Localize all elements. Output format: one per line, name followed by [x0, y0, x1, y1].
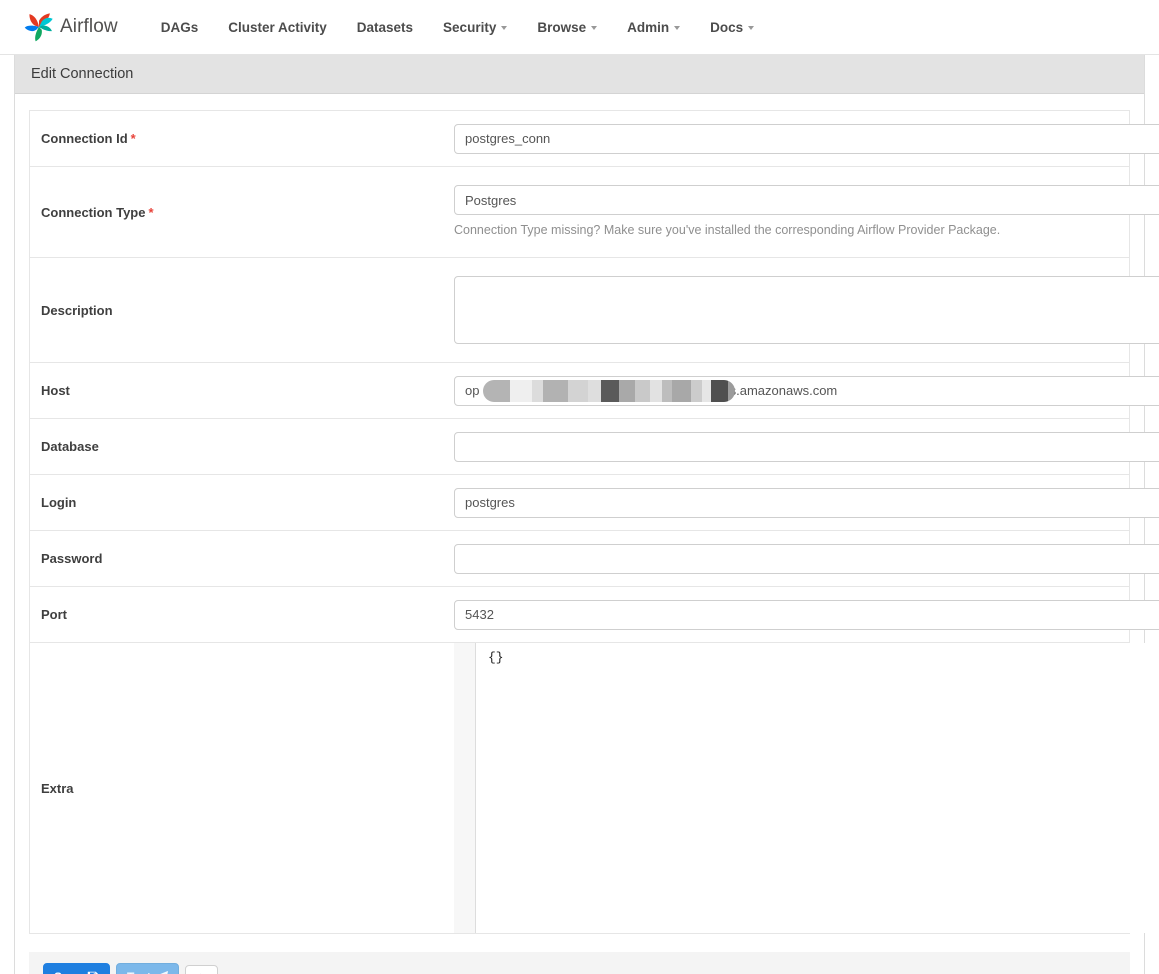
form-row-login: Login — [30, 475, 1159, 531]
port-label: Port — [41, 607, 67, 622]
connection-type-help-text: Connection Type missing? Make sure you'v… — [454, 223, 1001, 238]
field-label-cell: Host — [30, 363, 454, 418]
nav-item-admin[interactable]: Admin — [612, 14, 695, 41]
description-textarea[interactable] — [454, 276, 1159, 344]
nav-item-label: Cluster Activity — [228, 19, 327, 35]
back-button[interactable] — [184, 964, 218, 974]
nav-item-docs[interactable]: Docs — [695, 14, 769, 41]
panel-body: Connection Id * Connection Type * — [15, 94, 1159, 974]
nav-item-security[interactable]: Security — [428, 14, 522, 41]
chevron-down-icon — [748, 26, 755, 30]
extra-code-editor[interactable]: {} — [454, 643, 1159, 933]
nav-menu: DAGs Cluster Activity Datasets Security … — [146, 14, 769, 41]
chevron-down-icon — [591, 26, 598, 30]
host-input-wrapper — [454, 375, 1159, 406]
field-input-cell — [454, 587, 1159, 642]
field-input-cell: {} — [454, 643, 1159, 933]
nav-item-dags[interactable]: DAGs — [146, 14, 214, 41]
nav-item-cluster-activity[interactable]: Cluster Activity — [213, 14, 342, 41]
field-label-cell: Database — [30, 419, 454, 474]
form-row-port: Port — [30, 587, 1159, 643]
field-input-cell — [454, 363, 1159, 418]
extra-code-content[interactable]: {} — [476, 643, 1159, 933]
field-input-cell — [454, 475, 1159, 530]
password-input[interactable] — [454, 543, 1159, 574]
field-label-cell: Connection Id * — [30, 111, 454, 166]
connection-id-label: Connection Id — [41, 131, 128, 146]
required-asterisk: * — [148, 204, 154, 220]
brand-name: Airflow — [60, 16, 118, 37]
field-input-cell — [454, 531, 1159, 586]
database-label: Database — [41, 439, 99, 454]
nav-item-browse[interactable]: Browse — [522, 14, 612, 41]
nav-item-label: Security — [443, 19, 497, 35]
form-row-description: Description — [30, 258, 1159, 363]
field-label-cell: Port — [30, 587, 454, 642]
host-label: Host — [41, 383, 70, 398]
nav-item-label: Docs — [710, 19, 744, 35]
field-input-cell — [454, 111, 1159, 166]
database-input[interactable] — [454, 431, 1159, 462]
port-input[interactable] — [454, 599, 1159, 630]
nav-item-label: Browse — [537, 19, 587, 35]
nav-item-datasets[interactable]: Datasets — [342, 14, 428, 41]
field-input-cell — [454, 419, 1159, 474]
extra-label: Extra — [41, 780, 74, 796]
connection-form: Connection Id * Connection Type * — [29, 110, 1159, 934]
login-input[interactable] — [454, 487, 1159, 518]
panel-header: Edit Connection — [15, 55, 1144, 94]
save-button[interactable]: Save — [43, 963, 111, 974]
field-label-cell: Extra — [30, 643, 454, 933]
nav-item-label: Datasets — [356, 19, 414, 35]
form-actions-footer: Save Test — [29, 952, 1130, 974]
chevron-down-icon — [674, 26, 681, 30]
host-input[interactable] — [454, 375, 1159, 406]
edit-connection-panel: Edit Connection Connection Id * postgres… — [14, 55, 1159, 974]
test-button-label: Test — [127, 969, 151, 974]
nav-item-label: Admin — [627, 19, 670, 35]
field-label-cell: Login — [30, 475, 454, 530]
field-label-cell: Connection Type * — [30, 167, 454, 257]
field-input-cell — [454, 258, 1159, 362]
airflow-pinwheel-icon — [22, 10, 56, 44]
form-row-connection-id: Connection Id * — [30, 111, 1159, 167]
editor-gutter — [454, 643, 476, 933]
form-row-password: Password — [30, 531, 1159, 587]
description-label: Description — [41, 302, 113, 318]
required-asterisk: * — [130, 131, 136, 146]
form-row-extra: Extra {} — [30, 643, 1159, 933]
form-row-database: Database — [30, 419, 1159, 475]
field-label-cell: Description — [30, 258, 454, 362]
page-title: Edit Connection — [31, 66, 134, 82]
page-container: Edit Connection Connection Id * postgres… — [0, 55, 1159, 974]
top-navigation-bar: Airflow DAGs Cluster Activity Datasets S… — [0, 0, 1159, 55]
field-input-cell: Connection Type missing? Make sure you'v… — [454, 167, 1159, 257]
save-button-label: Save — [54, 969, 82, 974]
test-button[interactable]: Test — [116, 963, 179, 974]
field-label-cell: Password — [30, 531, 454, 586]
connection-type-select[interactable] — [454, 185, 1159, 216]
nav-item-label: DAGs — [160, 19, 199, 35]
login-label: Login — [41, 495, 77, 510]
chevron-down-icon — [501, 26, 508, 30]
form-row-host: Host — [30, 363, 1159, 419]
brand-home-link[interactable]: Airflow — [22, 10, 118, 44]
form-row-connection-type: Connection Type * Connection Type missin… — [30, 167, 1159, 258]
connection-type-label: Connection Type — [41, 204, 146, 220]
password-label: Password — [41, 551, 103, 566]
connection-id-input[interactable] — [454, 123, 1159, 154]
